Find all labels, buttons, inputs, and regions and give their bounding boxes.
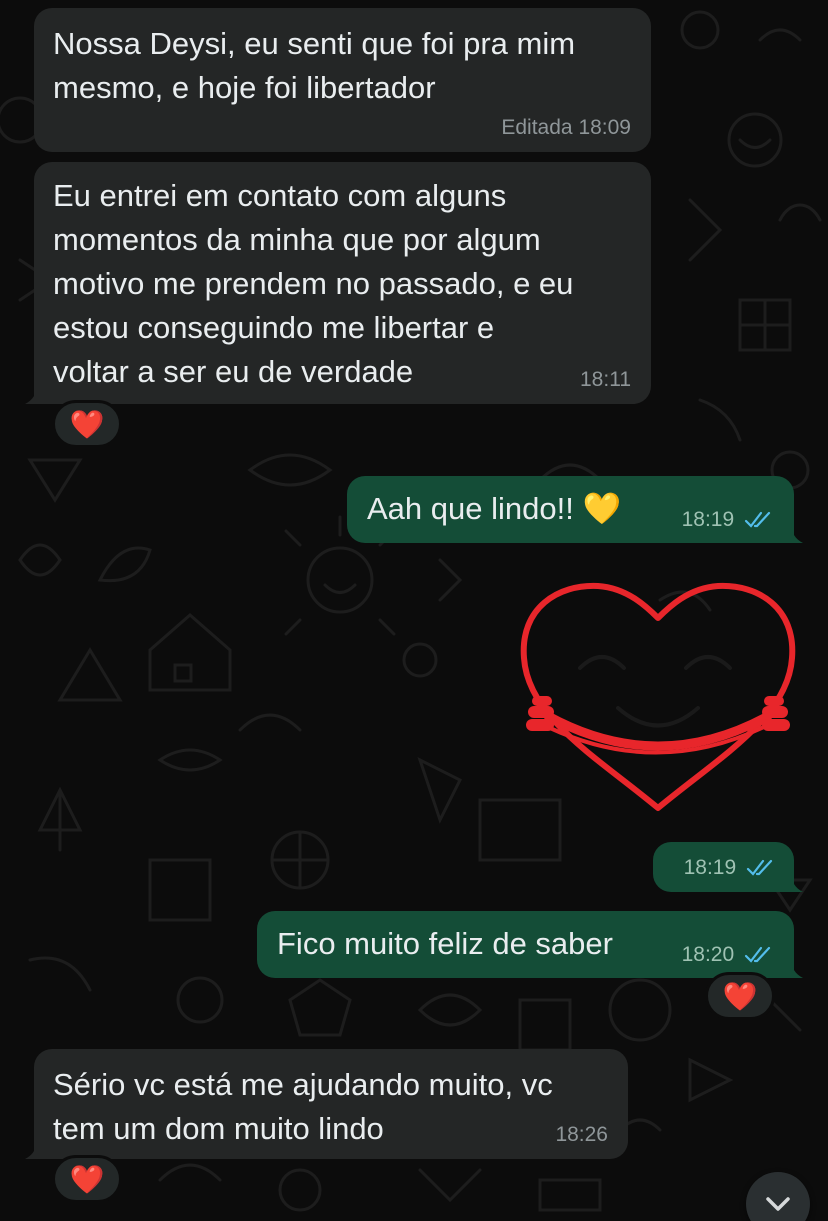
message-text: Nossa Deysi, eu senti que foi pra mim me… — [53, 26, 576, 105]
sticker-time-badge: 18:19 — [653, 842, 803, 892]
message-meta: Editada 18:09 — [501, 116, 631, 140]
heart-hug-sticker[interactable] — [518, 578, 798, 814]
message-time: 18:19 — [681, 508, 735, 531]
bubble-tail — [783, 872, 803, 892]
message-meta: 18:19 — [682, 508, 774, 532]
message-meta: 18:11 — [580, 368, 631, 392]
bubble-tail — [25, 384, 45, 404]
message-reaction[interactable]: ❤️ — [52, 400, 122, 448]
message-bubble-incoming[interactable]: Eu entrei em contato com alguns momentos… — [25, 162, 651, 404]
message-text: Eu entrei em contato com alguns momentos… — [53, 178, 574, 389]
message-time: 18:20 — [681, 943, 735, 966]
bubble-tail — [25, 1139, 45, 1159]
chevron-down-icon — [766, 1197, 790, 1211]
message-bubble-outgoing[interactable]: Aah que lindo!! 💛 18:19 — [347, 476, 803, 543]
heart-reaction: ❤️ — [722, 979, 758, 1013]
bubble-tail — [783, 958, 803, 978]
bubble-tail — [783, 523, 803, 543]
double-check-icon — [744, 512, 771, 529]
message-bubble-incoming[interactable]: Sério vc está me ajudando muito, vc tem … — [25, 1049, 628, 1159]
heart-reaction: ❤️ — [69, 407, 105, 441]
message-meta: 18:20 — [682, 943, 774, 967]
message-meta: 18:26 — [555, 1123, 608, 1147]
message-reaction[interactable]: ❤️ — [52, 1155, 122, 1203]
double-check-icon — [746, 860, 773, 877]
message-meta: 18:19 — [684, 856, 776, 880]
heart-reaction: ❤️ — [69, 1162, 105, 1196]
message-bubble-incoming[interactable]: Nossa Deysi, eu senti que foi pra mim me… — [34, 8, 651, 152]
edited-label: Editada — [501, 116, 573, 139]
double-check-icon — [744, 947, 771, 964]
message-reaction[interactable]: ❤️ — [705, 972, 775, 1020]
chat-window: Nossa Deysi, eu senti que foi pra mim me… — [0, 0, 828, 1221]
message-time: 18:26 — [555, 1123, 608, 1146]
message-time: 18:09 — [578, 116, 631, 139]
message-text: Sério vc está me ajudando muito, vc tem … — [53, 1067, 553, 1146]
message-bubble-outgoing[interactable]: Fico muito feliz de saber 18:20 — [257, 911, 803, 978]
message-time: 18:19 — [683, 856, 737, 879]
message-time: 18:11 — [580, 368, 631, 391]
